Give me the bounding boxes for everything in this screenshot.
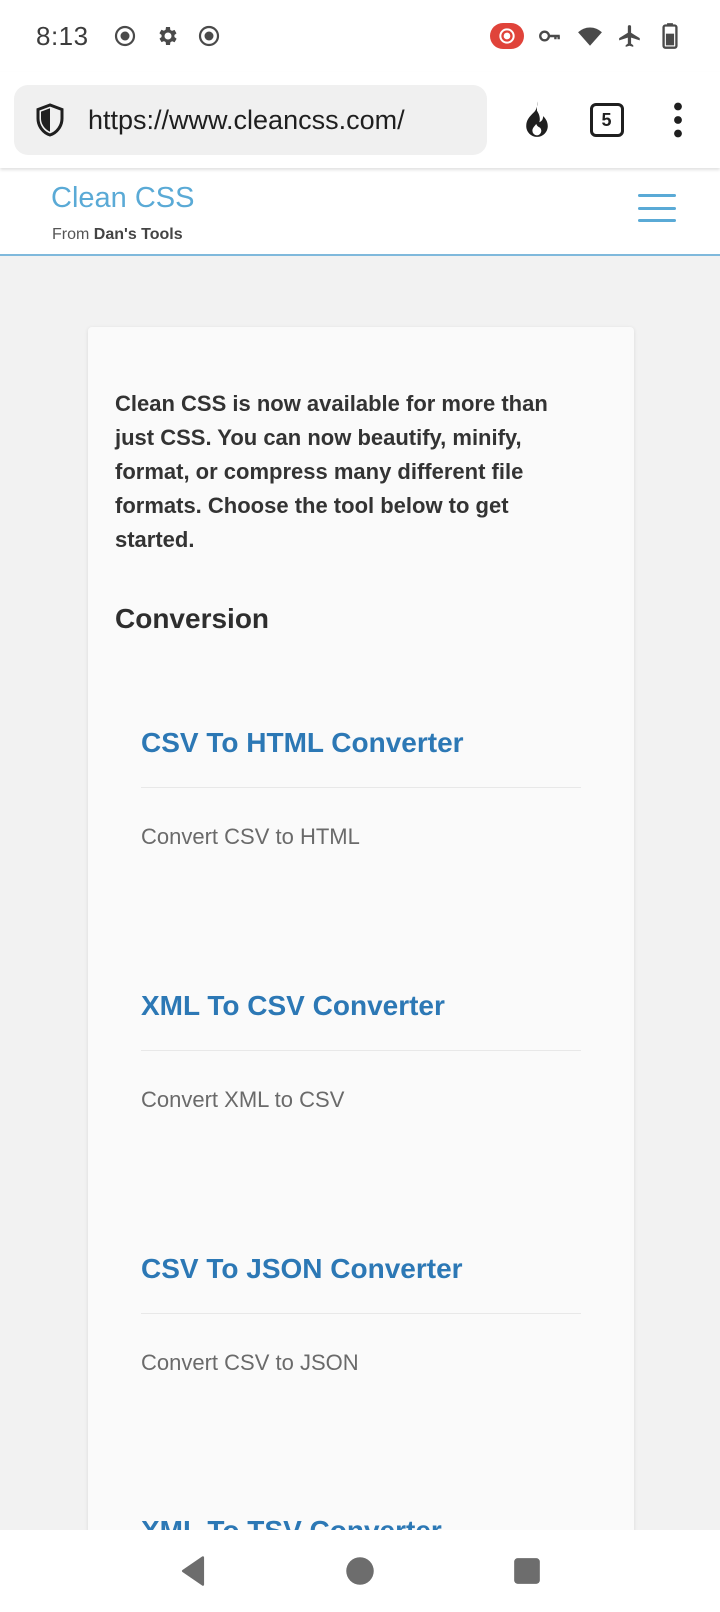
tool-description: Convert XML to CSV: [141, 1087, 345, 1112]
site-title-link[interactable]: Clean CSS: [51, 182, 194, 215]
menu-line: [638, 206, 676, 210]
status-right-icons: [490, 22, 684, 50]
section-heading-conversion: Conversion: [115, 603, 270, 634]
tool-title-link[interactable]: XML To CSV Converter: [141, 990, 581, 1050]
recents-icon[interactable]: [507, 1551, 547, 1591]
status-left-icons: [111, 22, 223, 50]
intro-text: Clean CSS is now available for more than…: [115, 391, 548, 552]
more-icon[interactable]: [650, 92, 706, 148]
menu-icon[interactable]: [638, 194, 676, 222]
site-subtitle: From Dan's Tools: [52, 226, 183, 244]
site-header: Clean CSS From Dan's Tools: [0, 168, 720, 256]
status-time: 8:13: [36, 20, 89, 51]
vpn-key-icon: [536, 22, 564, 50]
record-icon: [111, 22, 139, 50]
tool-card: XML To CSV Converter Convert XML to CSV: [141, 990, 581, 1113]
fire-icon[interactable]: [509, 92, 565, 148]
status-bar: 8:13: [0, 0, 720, 72]
tool-title-link[interactable]: CSV To JSON Converter: [141, 1253, 581, 1313]
tool-card: CSV To HTML Converter Convert CSV to HTM…: [141, 727, 581, 850]
content-card: Clean CSS is now available for more than…: [88, 327, 634, 1557]
address-bar[interactable]: https://www.cleancss.com/: [14, 85, 488, 155]
battery-icon: [656, 22, 684, 50]
back-icon[interactable]: [173, 1551, 213, 1591]
divider: [141, 787, 581, 788]
tool-description: Convert CSV to HTML: [141, 824, 360, 849]
browser-toolbar: https://www.cleancss.com/ 5: [0, 72, 720, 168]
airplane-icon: [616, 22, 644, 50]
menu-line: [638, 219, 676, 222]
site-subtitle-brand[interactable]: Dan's Tools: [94, 226, 183, 243]
url-text[interactable]: https://www.cleancss.com/: [88, 105, 405, 136]
gear-icon: [153, 22, 181, 50]
system-nav-bar: [0, 1530, 720, 1612]
tool-title-link[interactable]: CSV To HTML Converter: [141, 727, 581, 787]
site-subtitle-prefix: From: [52, 226, 94, 243]
tool-card: CSV To JSON Converter Convert CSV to JSO…: [141, 1253, 581, 1376]
divider: [141, 1313, 581, 1314]
shield-icon[interactable]: [32, 102, 68, 138]
wifi-icon: [576, 22, 604, 50]
screen-record-icon: [490, 23, 524, 49]
record-icon: [195, 22, 223, 50]
home-icon[interactable]: [340, 1551, 380, 1591]
menu-line: [638, 194, 676, 197]
divider: [141, 1050, 581, 1051]
tab-count: 5: [589, 103, 624, 137]
tab-switcher-button[interactable]: 5: [579, 92, 635, 148]
tool-description: Convert CSV to JSON: [141, 1350, 359, 1375]
